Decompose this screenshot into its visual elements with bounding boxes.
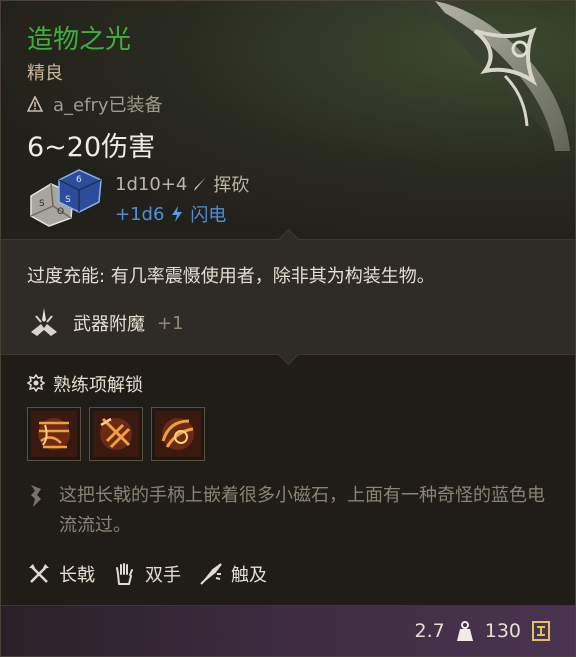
svg-text:S: S — [65, 195, 71, 205]
equipped-status: a_efry已装备 — [27, 91, 163, 117]
divider-notch — [277, 343, 300, 366]
damage-formula: 1d10+4 — [115, 173, 188, 195]
two-handed-icon — [116, 563, 133, 585]
item-name: 造物之光 — [27, 25, 132, 55]
proficiency-title-text: 熟练项解锁 — [53, 375, 143, 396]
damage-range: 6~20伤害 — [27, 132, 156, 163]
halberd-icon — [29, 564, 49, 583]
gold-value: 130 — [484, 620, 521, 642]
halberd-art-icon — [420, 1, 570, 151]
property-label: 双手 — [145, 565, 181, 586]
warning-icon — [27, 96, 43, 112]
dice-icon: S O 6 S — [30, 169, 102, 227]
item-tooltip: 造物之光 精良 a_efry已装备 6~20伤害 S O 6 S 1d10+4 — [0, 0, 576, 657]
damage-type: 挥砍 — [213, 175, 250, 196]
property-halberd[interactable]: 长戟 — [27, 561, 95, 587]
damage-line-lightning: +1d6 闪电 — [115, 201, 226, 227]
bonus-damage-type: 闪电 — [190, 205, 227, 226]
enchantment-label: 武器附魔 — [73, 314, 145, 335]
property-label: 触及 — [231, 565, 267, 586]
equipped-text: a_efry已装备 — [53, 95, 163, 116]
item-description: 这把长戟的手柄上嵌着很多小磁石，上面有一种奇怪的蓝色电流流过。 — [27, 481, 557, 541]
weight-icon — [456, 621, 473, 641]
passive-text[interactable]: 过度充能: 有几率震慑使用者，除非其为构装生物。 — [27, 262, 435, 288]
proficiency-unlock-title: 熟练项解锁 — [27, 371, 143, 397]
proficiency-action-2-icon — [93, 411, 139, 457]
item-rarity: 精良 — [27, 63, 63, 84]
proficiency-actions — [27, 407, 205, 461]
damage-line-slashing: 1d10+4 挥砍 — [115, 171, 249, 197]
svg-text:S: S — [39, 199, 45, 209]
weapon-enchantment[interactable]: 武器附魔 +1 — [27, 306, 184, 340]
svg-text:O: O — [57, 207, 64, 217]
gold-icon — [532, 621, 550, 641]
proficiency-badge-icon — [27, 374, 45, 393]
reach-icon — [200, 563, 222, 585]
description-text: 这把长戟的手柄上嵌着很多小磁石，上面有一种奇怪的蓝色电流流过。 — [59, 485, 545, 536]
quill-icon — [31, 485, 41, 507]
proficiency-action-1-icon — [31, 411, 77, 457]
weight-value: 2.7 — [414, 620, 445, 642]
proficiency-action-slot[interactable] — [27, 407, 81, 461]
slashing-icon — [194, 177, 207, 191]
tooltip-footer: 2.7 130 — [1, 605, 575, 656]
bonus-damage-formula: +1d6 — [115, 203, 165, 225]
passive-section: 过度充能: 有几率震慑使用者，除非其为构装生物。 武器附魔 +1 — [1, 228, 575, 366]
property-two-handed[interactable]: 双手 — [113, 561, 181, 587]
tooltip-header: 造物之光 精良 a_efry已装备 6~20伤害 S O 6 S 1d10+4 — [1, 1, 575, 239]
proficiency-action-slot[interactable] — [151, 407, 205, 461]
lightning-icon — [172, 206, 183, 222]
svg-text:6: 6 — [76, 175, 82, 185]
property-reach[interactable]: 触及 — [199, 561, 267, 587]
enchantment-bonus: +1 — [157, 312, 184, 334]
weapon-properties: 长戟 双手 触及 — [27, 561, 267, 587]
footer-stats: 2.7 130 — [415, 620, 551, 642]
proficiency-action-3-icon — [155, 411, 201, 457]
weapon-enchantment-icon — [31, 308, 57, 336]
proficiency-action-slot[interactable] — [89, 407, 143, 461]
property-label: 长戟 — [59, 565, 95, 586]
